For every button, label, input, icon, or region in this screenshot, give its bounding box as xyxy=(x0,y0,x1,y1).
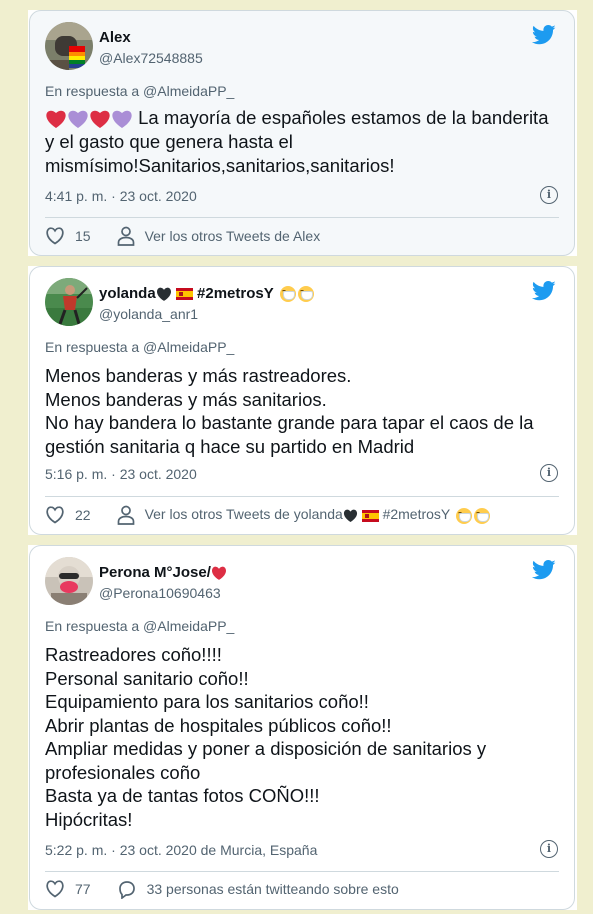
tweet-line: mismísimo!Sanitarios,sanitarios,sanitari… xyxy=(45,154,395,176)
black-heart-icon xyxy=(156,287,171,301)
hearts-emoji-icon xyxy=(46,110,132,129)
reply-context[interactable]: En respuesta a @AlmeidaPP_ xyxy=(45,339,234,355)
user-handle[interactable]: @Perona10690463 xyxy=(99,585,221,601)
face-mask-emoji-icon xyxy=(473,507,490,524)
tweet-line: Menos banderas y más sanitarios. xyxy=(45,388,327,410)
card-gap xyxy=(28,910,577,914)
card-gap xyxy=(28,256,577,266)
divider xyxy=(45,496,559,497)
display-name-suffix: #2metrosY xyxy=(197,285,274,302)
red-heart-icon xyxy=(211,566,226,580)
tweet-line: profesionales coño xyxy=(45,761,201,783)
face-mask-emoji-icon xyxy=(297,286,314,303)
twitter-bird-icon[interactable] xyxy=(532,25,556,45)
tweet-card[interactable]: Perona M°Jose/ @Perona10690463 En respue… xyxy=(29,545,575,910)
info-icon[interactable]: i xyxy=(540,186,558,204)
person-icon xyxy=(117,505,134,525)
tweet-line: Equipamiento para los sanitarios coño!! xyxy=(45,691,369,712)
tweet-timestamp[interactable]: 5:16 p. m. · 23 oct. 2020 xyxy=(45,466,197,482)
more-tweets-link[interactable]: Ver los otros Tweets de yolanda #2metros… xyxy=(144,506,490,524)
like-count: 15 xyxy=(75,228,91,244)
reply-context[interactable]: En respuesta a @AlmeidaPP_ xyxy=(45,618,234,634)
user-handle[interactable]: @yolanda_anr1 xyxy=(99,306,198,322)
twitter-bird-icon[interactable] xyxy=(532,560,556,580)
tweet-actions: 22 Ver los otros Tweets de yolanda #2met… xyxy=(45,504,559,526)
like-icon[interactable] xyxy=(45,506,65,524)
tweet-timestamp[interactable]: 5:22 p. m. · 23 oct. 2020 de Murcia, Esp… xyxy=(45,842,317,858)
display-name-text: yolanda xyxy=(99,285,156,302)
reply-context[interactable]: En respuesta a @AlmeidaPP_ xyxy=(45,83,234,99)
tweet-actions: 77 33 personas están twitteando sobre es… xyxy=(45,878,559,900)
people-tweeting-link[interactable]: 33 personas están twitteando sobre esto xyxy=(147,881,399,897)
display-name-text: Perona M°Jose/ xyxy=(99,564,211,581)
info-icon[interactable]: i xyxy=(540,464,558,482)
tweet-line: La mayoría de españoles estamos de la ba… xyxy=(138,107,549,128)
tweet-line: Ampliar medidas y poner a disposición de… xyxy=(45,738,487,759)
more-tweets-link[interactable]: Ver los otros Tweets de Alex xyxy=(145,228,321,244)
emoji-group xyxy=(45,107,138,129)
like-icon[interactable] xyxy=(45,880,65,898)
divider xyxy=(45,217,559,218)
speech-bubble-icon xyxy=(118,881,135,899)
page-margin-left xyxy=(0,0,28,914)
avatar[interactable] xyxy=(45,278,93,326)
tweet-line: Hipócritas! xyxy=(45,808,133,830)
more-tweets-suffix: #2metrosY xyxy=(382,506,451,523)
like-icon[interactable] xyxy=(45,227,65,245)
divider xyxy=(45,871,559,872)
card-gap xyxy=(28,0,577,10)
person-icon xyxy=(117,226,134,246)
tweet-line: Abrir plantas de hospitales públicos coñ… xyxy=(45,714,392,736)
tweet-line: No hay bandera lo bastante grande para t… xyxy=(45,412,534,433)
avatar[interactable] xyxy=(45,22,93,70)
tweet-card[interactable]: yolanda #2metrosY @yolanda_anr1 En respu… xyxy=(29,266,575,535)
tweet-text: Menos banderas y más rastreadores. Menos… xyxy=(45,364,552,458)
tweet-timestamp[interactable]: 4:41 p. m. · 23 oct. 2020 xyxy=(45,188,197,204)
spain-flag-icon xyxy=(361,509,379,522)
face-mask-emoji-icon xyxy=(455,507,472,524)
spain-flag-icon xyxy=(175,288,193,301)
page-margin-right xyxy=(577,0,593,914)
tweet-text: La mayoría de españoles estamos de la ba… xyxy=(45,106,552,177)
card-gap xyxy=(28,535,577,545)
tweet-line: gestión sanitaria q hace su partido en M… xyxy=(45,435,415,457)
tweet-line: Menos banderas y más rastreadores. xyxy=(45,365,352,386)
display-name[interactable]: Alex xyxy=(99,29,131,46)
user-handle[interactable]: @Alex72548885 xyxy=(99,50,203,66)
tweet-line: y el gasto que genera hasta el xyxy=(45,131,293,153)
tweet-text: Rastreadores coño!!!! Personal sanitario… xyxy=(45,643,552,831)
like-count: 22 xyxy=(75,507,91,523)
tweet-line: Rastreadores coño!!!! xyxy=(45,644,222,665)
tweet-line: Personal sanitario coño!! xyxy=(45,667,249,689)
black-heart-icon xyxy=(343,509,357,522)
display-name[interactable]: yolanda #2metrosY xyxy=(99,285,314,303)
tweet-line: Basta ya de tantas fotos COÑO!!! xyxy=(45,785,320,806)
info-icon[interactable]: i xyxy=(540,840,558,858)
tweet-actions: 15 Ver los otros Tweets de Alex xyxy=(45,225,559,247)
twitter-bird-icon[interactable] xyxy=(532,281,556,301)
display-name[interactable]: Perona M°Jose/ xyxy=(99,564,227,581)
more-tweets-label: Ver los otros Tweets de yolanda xyxy=(144,506,343,523)
avatar[interactable] xyxy=(45,557,93,605)
like-count: 77 xyxy=(75,881,91,897)
tweet-card[interactable]: Alex @Alex72548885 En respuesta a @Almei… xyxy=(29,10,575,256)
face-mask-emoji-icon xyxy=(279,286,296,303)
